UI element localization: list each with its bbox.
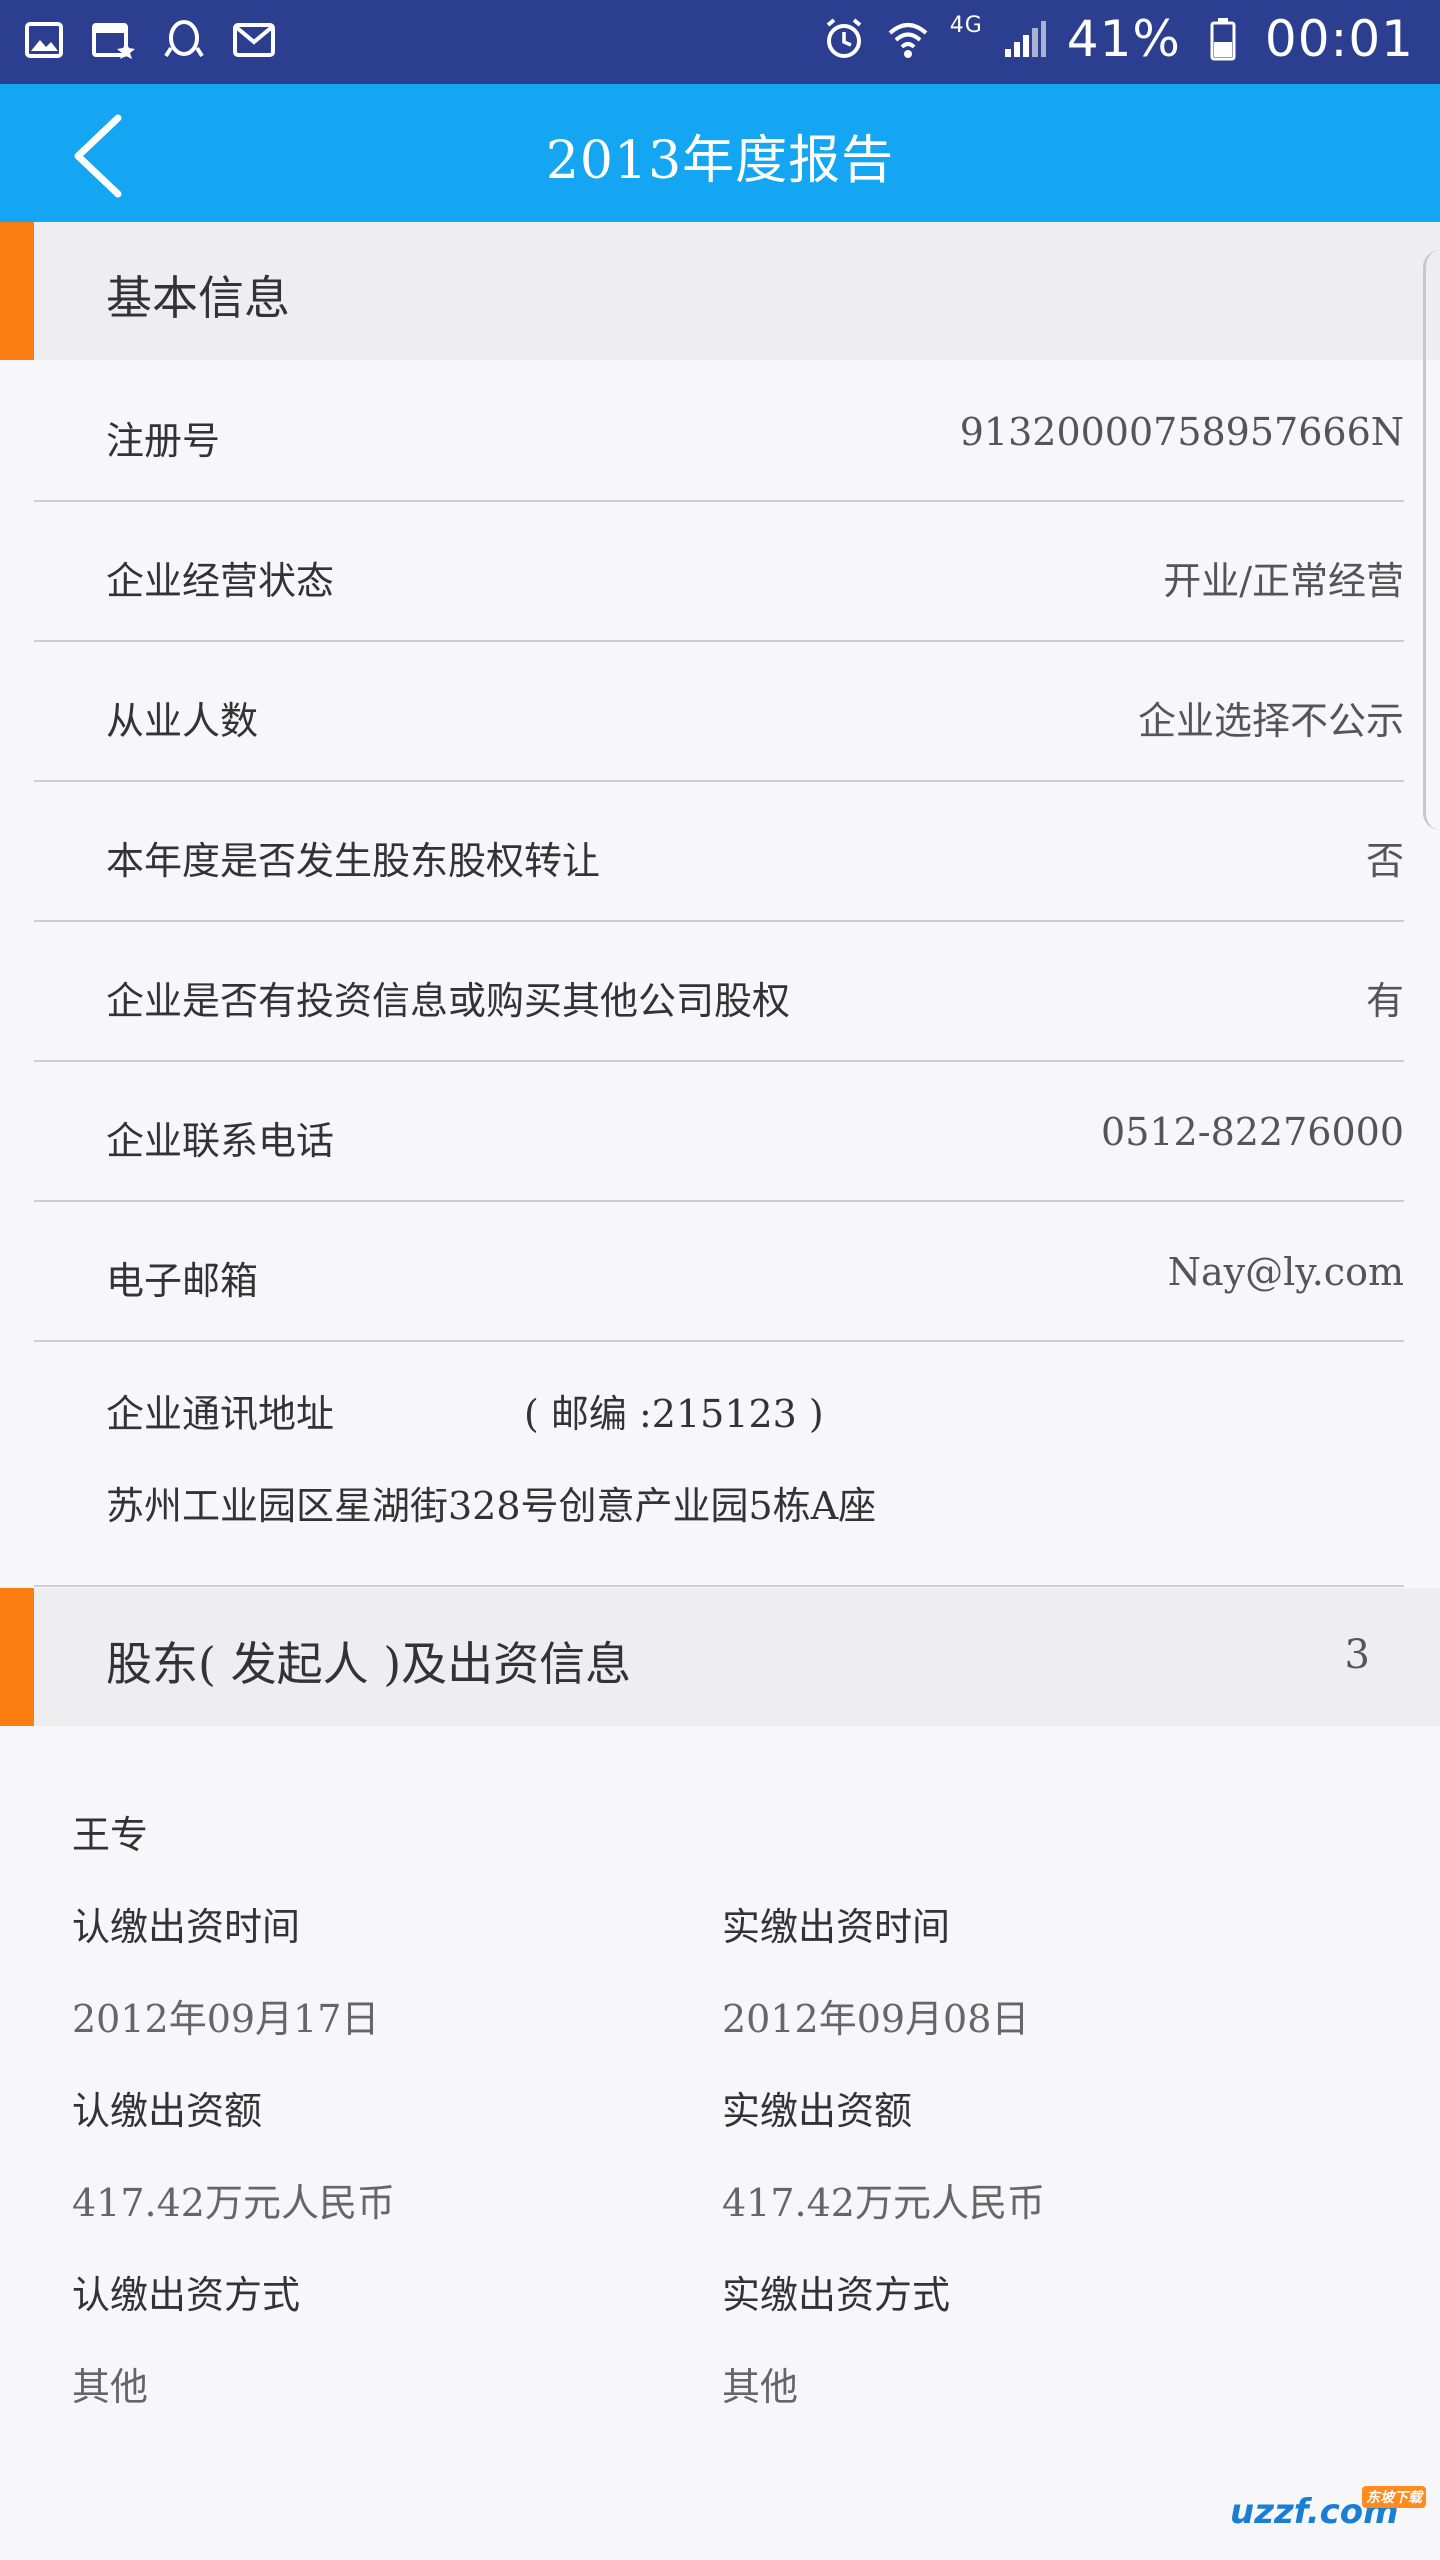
paid-amount-value: 417.42万元人民币 [722, 2181, 1045, 2225]
section-accent-bar [0, 222, 34, 360]
info-row-business-status[interactable]: 企业经营状态 开业/正常经营 [34, 502, 1404, 642]
page-title: 2013年度报告 [545, 131, 895, 191]
app-bar: 2013年度报告 [0, 84, 1440, 222]
info-row-equity-transfer[interactable]: 本年度是否发生股东股权转让 否 [34, 782, 1404, 922]
status-bar: 4G 41% 00:01 [0, 0, 1440, 84]
info-row-phone[interactable]: 企业联系电话 0512-82276000 [34, 1062, 1404, 1202]
row-value: 企业选择不公示 [1137, 699, 1404, 743]
shareholder-count: 3 [1344, 1632, 1370, 1678]
clock: 00:01 [1264, 10, 1414, 68]
paid-time-value: 2012年09月08日 [722, 1997, 1030, 2041]
section-header-basic-info: 基本信息 [0, 222, 1440, 360]
network-type: 4G [949, 12, 983, 38]
row-label: 企业经营状态 [106, 559, 335, 603]
row-label: 电子邮箱 [106, 1259, 259, 1303]
row-label: 企业是否有投资信息或购买其他公司股权 [106, 979, 791, 1023]
subscribed-time-label: 认缴出资时间 [72, 1905, 301, 1949]
scroll-edge-indicator [1423, 250, 1440, 830]
calendar-icon [92, 18, 136, 62]
watermark-logo: uzzf.com 东坡下载 [1230, 2486, 1430, 2552]
section-accent-bar [0, 1588, 34, 1726]
signal-icon [1003, 17, 1047, 61]
section-header-shareholders[interactable]: 股东( 发起人 )及出资信息 3 [0, 1588, 1440, 1726]
battery-icon [1201, 17, 1245, 61]
watermark-badge: 东坡下载 [1362, 2486, 1426, 2508]
paid-time-label: 实缴出资时间 [722, 1905, 951, 1949]
row-value: 0512-82276000 [1101, 1110, 1404, 1154]
row-value: 有 [1365, 979, 1404, 1023]
subscribed-method-label: 认缴出资方式 [72, 2273, 301, 2317]
paid-method-label: 实缴出资方式 [722, 2273, 951, 2317]
row-value: 开业/正常经营 [1163, 559, 1404, 603]
row-value: Nay@ly.com [1167, 1250, 1404, 1294]
info-row-address[interactable]: 企业通讯地址 ( 邮编 :215123 ) 苏州工业园区星湖街328号创意产业园… [34, 1345, 1404, 1587]
wifi-icon [886, 17, 930, 61]
subscribed-amount-label: 认缴出资额 [72, 2089, 263, 2133]
paid-amount-label: 实缴出资额 [722, 2089, 913, 2133]
row-label: 本年度是否发生股东股权转让 [106, 839, 601, 883]
section-title: 股东( 发起人 )及出资信息 [106, 1637, 632, 1691]
status-notification-icons [22, 18, 276, 62]
subscribed-amount-value: 417.42万元人民币 [72, 2181, 395, 2225]
row-label: 注册号 [106, 419, 221, 463]
row-value: 91320000758957666N [959, 410, 1404, 454]
row-label: 企业联系电话 [106, 1119, 335, 1163]
info-row-investment-info[interactable]: 企业是否有投资信息或购买其他公司股权 有 [34, 922, 1404, 1062]
info-row-employee-count[interactable]: 从业人数 企业选择不公示 [34, 642, 1404, 782]
address-value: 苏州工业园区星湖街328号创意产业园5栋A座 [106, 1484, 877, 1528]
info-row-email[interactable]: 电子邮箱 Nay@ly.com [34, 1202, 1404, 1342]
qq-icon [162, 18, 206, 62]
subscribed-time-value: 2012年09月17日 [72, 1997, 380, 2041]
row-value: 否 [1365, 839, 1404, 883]
row-label: 企业通讯地址 [106, 1392, 335, 1436]
mail-icon [232, 18, 276, 62]
alarm-icon [822, 17, 866, 61]
section-title: 基本信息 [106, 271, 290, 325]
paid-method-value: 其他 [722, 2365, 799, 2409]
status-system-icons: 4G 41% 00:01 [822, 10, 1414, 68]
shareholder-name: 王专 [72, 1813, 149, 1857]
info-row-registration-number[interactable]: 注册号 91320000758957666N [34, 362, 1404, 502]
subscribed-method-value: 其他 [72, 2365, 149, 2409]
gallery-icon [22, 18, 66, 62]
row-label: 从业人数 [106, 699, 259, 743]
postal-code: ( 邮编 :215123 ) [524, 1392, 824, 1436]
battery-percent: 41% [1066, 10, 1181, 68]
